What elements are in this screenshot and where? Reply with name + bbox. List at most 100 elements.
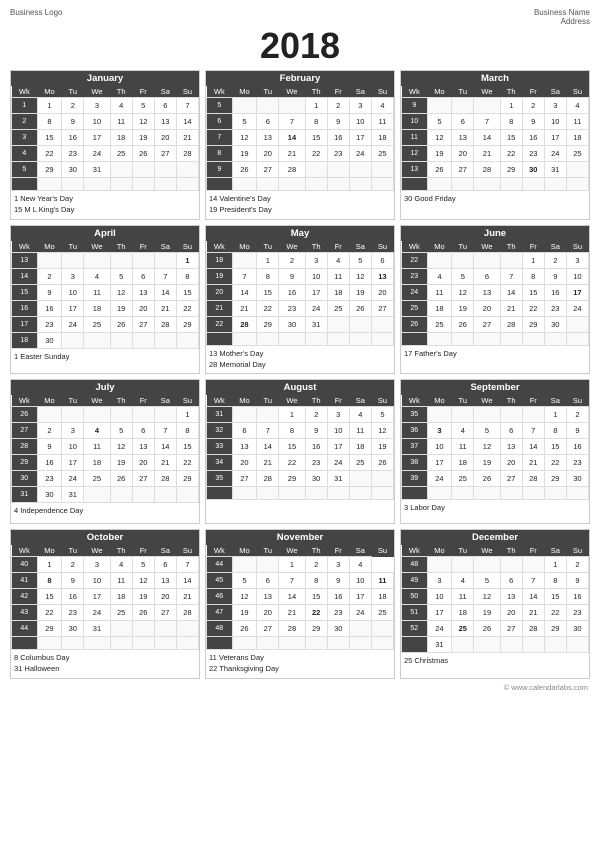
cal-table-october: WkMoTuWeThFrSaSu401234567418910111213144… bbox=[11, 545, 199, 650]
cal-day: 19 bbox=[110, 455, 132, 471]
cal-day bbox=[500, 407, 522, 423]
col-header-mo: Mo bbox=[37, 86, 62, 98]
cal-day: 21 bbox=[176, 130, 198, 146]
cal-day: 9 bbox=[544, 268, 566, 284]
cal-day: 19 bbox=[474, 605, 500, 621]
week-num: 49 bbox=[402, 573, 428, 589]
cal-day: 27 bbox=[474, 316, 500, 332]
cal-day bbox=[279, 332, 305, 345]
col-header-fr: Fr bbox=[132, 86, 154, 98]
cal-day: 11 bbox=[327, 268, 349, 284]
cal-day: 21 bbox=[522, 605, 544, 621]
month-header-january: January bbox=[11, 71, 199, 86]
week-num bbox=[12, 637, 38, 650]
cal-day: 4 bbox=[110, 557, 132, 573]
cal-day bbox=[257, 407, 279, 423]
cal-day: 18 bbox=[452, 455, 474, 471]
cal-day: 23 bbox=[305, 455, 327, 471]
cal-day: 24 bbox=[349, 146, 371, 162]
col-header-we: We bbox=[84, 86, 110, 98]
cal-day: 6 bbox=[371, 252, 393, 268]
cal-day bbox=[232, 98, 257, 114]
week-num: 22 bbox=[207, 316, 233, 332]
cal-day: 26 bbox=[232, 621, 257, 637]
holidays-april: 1 Easter Sunday bbox=[11, 349, 199, 369]
cal-day: 14 bbox=[257, 439, 279, 455]
cal-day: 16 bbox=[62, 589, 84, 605]
week-num: 6 bbox=[207, 114, 233, 130]
cal-day bbox=[427, 487, 452, 500]
cal-day bbox=[427, 178, 452, 191]
cal-day: 12 bbox=[452, 284, 474, 300]
cal-day: 18 bbox=[84, 300, 110, 316]
cal-day: 3 bbox=[62, 423, 84, 439]
col-header-tu: Tu bbox=[452, 395, 474, 407]
cal-day: 17 bbox=[84, 130, 110, 146]
cal-day: 9 bbox=[522, 114, 544, 130]
cal-day: 20 bbox=[474, 300, 500, 316]
cal-day: 10 bbox=[349, 114, 371, 130]
cal-table-july: WkMoTuWeThFrSaSu261272345678289101112131… bbox=[11, 395, 199, 503]
cal-day: 10 bbox=[62, 439, 84, 455]
cal-table-february: WkMoTuWeThFrSaSu512346567891011712131415… bbox=[206, 86, 394, 191]
week-num: 42 bbox=[12, 589, 38, 605]
cal-day bbox=[154, 178, 176, 191]
cal-day bbox=[427, 98, 452, 114]
col-header-fr: Fr bbox=[327, 395, 349, 407]
cal-day: 12 bbox=[427, 130, 452, 146]
cal-day: 15 bbox=[176, 439, 198, 455]
cal-day bbox=[110, 407, 132, 423]
cal-day: 24 bbox=[84, 605, 110, 621]
col-header-wk: Wk bbox=[402, 241, 428, 253]
cal-day: 5 bbox=[110, 268, 132, 284]
cal-day bbox=[232, 487, 257, 500]
cal-day: 9 bbox=[37, 439, 62, 455]
cal-day bbox=[257, 637, 279, 650]
cal-day bbox=[305, 487, 327, 500]
cal-day: 9 bbox=[566, 573, 588, 589]
cal-day: 1 bbox=[257, 252, 279, 268]
cal-day: 15 bbox=[37, 589, 62, 605]
cal-day: 8 bbox=[305, 114, 327, 130]
holidays-december: 25 Christmas bbox=[401, 653, 589, 673]
cal-day bbox=[84, 252, 110, 268]
week-num: 34 bbox=[207, 455, 233, 471]
cal-day: 6 bbox=[132, 423, 154, 439]
week-num bbox=[12, 178, 38, 191]
cal-day: 1 bbox=[37, 557, 62, 573]
col-header-mo: Mo bbox=[232, 86, 257, 98]
cal-day bbox=[110, 162, 132, 178]
cal-day: 27 bbox=[232, 471, 257, 487]
cal-day: 23 bbox=[37, 471, 62, 487]
cal-day: 10 bbox=[305, 268, 327, 284]
col-header-th: Th bbox=[110, 545, 132, 557]
cal-day: 20 bbox=[452, 146, 474, 162]
cal-day: 23 bbox=[566, 455, 588, 471]
cal-day: 2 bbox=[327, 98, 349, 114]
col-header-wk: Wk bbox=[12, 545, 38, 557]
cal-table-june: WkMoTuWeThFrSaSu221232345678910241112131… bbox=[401, 241, 589, 346]
cal-day bbox=[154, 162, 176, 178]
cal-day: 26 bbox=[132, 146, 154, 162]
week-num: 8 bbox=[207, 146, 233, 162]
cal-day: 21 bbox=[176, 589, 198, 605]
cal-day bbox=[522, 407, 544, 423]
cal-day bbox=[232, 557, 257, 573]
col-header-th: Th bbox=[500, 86, 522, 98]
week-num: 38 bbox=[402, 455, 428, 471]
col-header-th: Th bbox=[305, 241, 327, 253]
cal-day bbox=[232, 332, 257, 345]
cal-day bbox=[500, 332, 522, 345]
cal-day bbox=[232, 407, 257, 423]
cal-day: 19 bbox=[349, 284, 371, 300]
cal-day: 29 bbox=[176, 316, 198, 332]
cal-day bbox=[544, 332, 566, 345]
month-header-april: April bbox=[11, 226, 199, 241]
cal-day bbox=[452, 637, 474, 653]
cal-day: 19 bbox=[452, 300, 474, 316]
week-num bbox=[402, 332, 428, 345]
col-header-sa: Sa bbox=[154, 545, 176, 557]
cal-day: 23 bbox=[62, 605, 84, 621]
week-num: 11 bbox=[402, 130, 428, 146]
cal-day bbox=[371, 487, 393, 500]
